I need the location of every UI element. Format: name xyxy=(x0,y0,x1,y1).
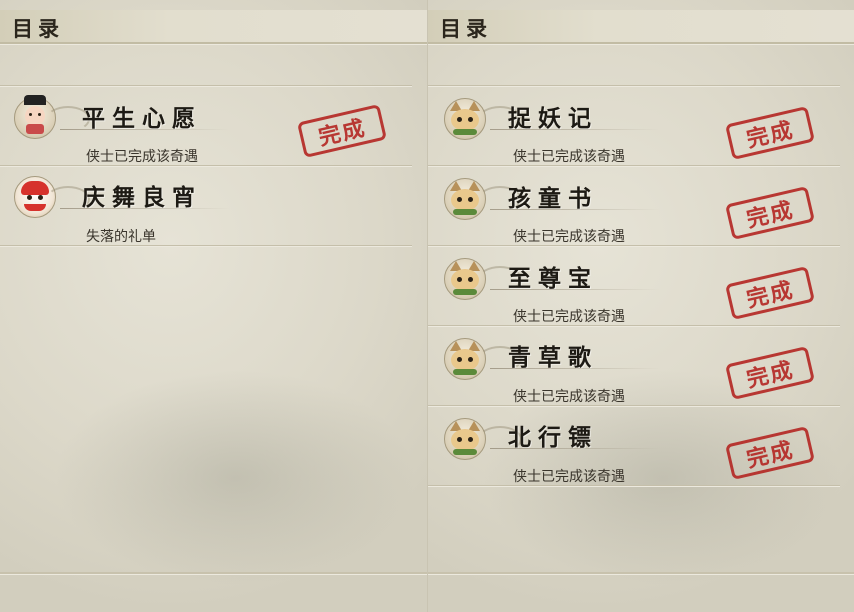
completed-stamp: 完成 xyxy=(725,426,815,480)
catalog-header-title: 目录 xyxy=(12,16,64,41)
adventure-status: 失落的礼单 xyxy=(86,229,156,245)
catalog-header: 目录 xyxy=(428,10,854,44)
adventure-status: 侠士已完成该奇遇 xyxy=(513,149,625,165)
adventure-status: 侠士已完成该奇遇 xyxy=(513,309,625,325)
completed-stamp-text: 完成 xyxy=(744,436,797,474)
left-catalog-panel: 目录 平生心愿 侠士已完成该奇遇 完成 庆舞良宵 失落的礼单 xyxy=(0,0,427,612)
adventure-status: 侠士已完成该奇遇 xyxy=(86,149,198,165)
completed-stamp-text: 完成 xyxy=(744,116,797,154)
adventure-entry[interactable]: 北行镖 侠士已完成该奇遇 完成 xyxy=(428,406,840,486)
completed-stamp: 完成 xyxy=(725,186,815,240)
adventure-entry[interactable]: 庆舞良宵 失落的礼单 xyxy=(0,166,412,246)
title-underline xyxy=(60,208,230,209)
adventure-title: 青草歌 xyxy=(508,344,598,371)
completed-stamp: 完成 xyxy=(725,106,815,160)
title-underline xyxy=(490,129,660,130)
right-catalog-panel: 目录 捉妖记 侠士已完成该奇遇 完成 孩童书 侠士已完成该奇遇 完成 至尊宝 侠… xyxy=(427,0,854,612)
completed-stamp: 完成 xyxy=(725,346,815,400)
adventure-title: 孩童书 xyxy=(508,185,598,212)
adventure-status: 侠士已完成该奇遇 xyxy=(513,469,625,485)
adventure-title: 北行镖 xyxy=(508,424,598,451)
adventure-status: 侠士已完成该奇遇 xyxy=(513,229,625,245)
adventure-title: 平生心愿 xyxy=(82,105,202,132)
adventure-entry[interactable]: 捉妖记 侠士已完成该奇遇 完成 xyxy=(428,86,840,166)
completed-stamp: 完成 xyxy=(297,104,387,158)
title-underline xyxy=(490,368,660,369)
adventure-title: 捉妖记 xyxy=(508,105,598,132)
catalog-header-title: 目录 xyxy=(440,16,492,41)
completed-stamp-text: 完成 xyxy=(744,196,797,234)
adventure-title: 庆舞良宵 xyxy=(82,184,202,211)
completed-stamp: 完成 xyxy=(725,266,815,320)
adventure-entry[interactable]: 孩童书 侠士已完成该奇遇 完成 xyxy=(428,166,840,246)
title-underline xyxy=(490,209,660,210)
completed-stamp-text: 完成 xyxy=(744,276,797,314)
catalog-header: 目录 xyxy=(0,10,427,44)
footer-divider xyxy=(0,572,427,574)
adventure-entry[interactable]: 至尊宝 侠士已完成该奇遇 完成 xyxy=(428,246,840,326)
title-underline xyxy=(490,448,660,449)
divider xyxy=(0,245,412,246)
completed-stamp-text: 完成 xyxy=(744,356,797,394)
footer-divider xyxy=(428,572,854,574)
adventure-entry[interactable]: 青草歌 侠士已完成该奇遇 完成 xyxy=(428,326,840,406)
completed-stamp-text: 完成 xyxy=(316,114,369,152)
adventure-status: 侠士已完成该奇遇 xyxy=(513,389,625,405)
title-underline xyxy=(60,129,230,130)
title-underline xyxy=(490,289,660,290)
divider xyxy=(428,485,840,486)
adventure-entry[interactable]: 平生心愿 侠士已完成该奇遇 完成 xyxy=(0,86,412,166)
adventure-title: 至尊宝 xyxy=(508,265,598,292)
